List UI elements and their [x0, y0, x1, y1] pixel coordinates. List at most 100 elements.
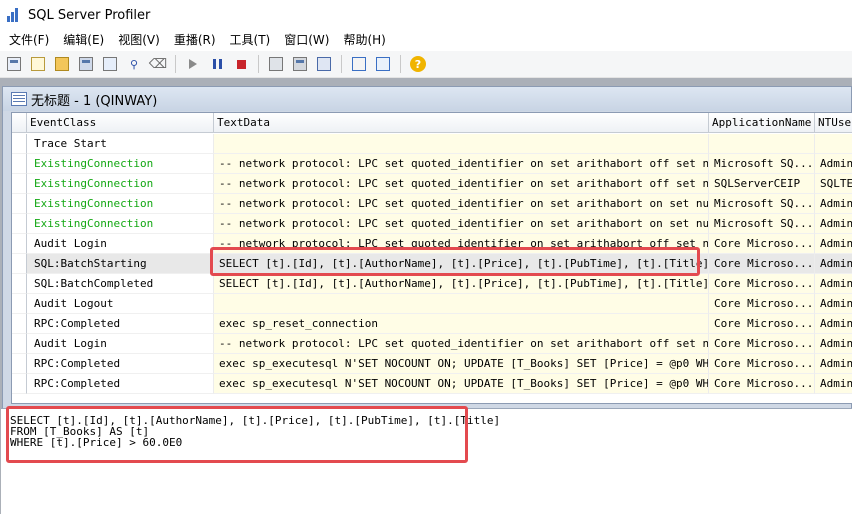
cell-textdata [214, 294, 709, 314]
cell-eventclass: RPC:Completed [27, 374, 214, 394]
open-icon[interactable] [52, 54, 72, 74]
menu-help[interactable]: 帮助(H) [336, 30, 392, 51]
highlight-selected-textdata [210, 247, 700, 276]
cell-textdata: SELECT [t].[Id], [t].[AuthorName], [t].[… [214, 274, 709, 294]
cell-applicationname: Microsoft SQ... [709, 194, 815, 214]
menu-tools[interactable]: 工具(T) [223, 30, 278, 51]
cell-eventclass: ExistingConnection [27, 194, 214, 214]
row-header-cell [12, 254, 27, 274]
column-header-ntuser[interactable]: NTUser [815, 113, 852, 133]
cell-eventclass: RPC:Completed [27, 354, 214, 374]
cell-textdata [214, 134, 709, 154]
properties-icon[interactable] [4, 54, 24, 74]
highlight-detail-sql [6, 406, 468, 463]
row-header-cell [12, 154, 27, 174]
window-title: SQL Server Profiler [28, 7, 151, 23]
toolbar-separator [400, 55, 401, 73]
trace-grid[interactable]: EventClass TextData ApplicationName NTUs… [11, 112, 852, 404]
chart-icon[interactable] [373, 54, 393, 74]
toolbar-separator [258, 55, 259, 73]
help-icon[interactable]: ? [408, 54, 428, 74]
cell-applicationname: SQLServerCEIP [709, 174, 815, 194]
cell-ntuser: Admin [815, 154, 852, 174]
table-row[interactable]: Audit Login -- network protocol: LPC set … [12, 334, 852, 354]
trace-window-title-bar: 无标题 - 1 (QINWAY) [3, 87, 851, 111]
menu-file[interactable]: 文件(F) [2, 30, 56, 51]
template-icon[interactable] [100, 54, 120, 74]
table-row[interactable]: ExistingConnection -- network protocol: L… [12, 214, 852, 234]
perfmon-icon[interactable] [349, 54, 369, 74]
cell-textdata: exec sp_executesql N'SET NOCOUNT ON; UPD… [214, 354, 709, 374]
cell-eventclass: ExistingConnection [27, 214, 214, 234]
cell-textdata: exec sp_executesql N'SET NOCOUNT ON; UPD… [214, 374, 709, 394]
cell-ntuser: Admin [815, 334, 852, 354]
stop-icon[interactable] [231, 54, 251, 74]
cell-textdata: -- network protocol: LPC set quoted_iden… [214, 194, 709, 214]
column-header-textdata[interactable]: TextData [214, 113, 709, 133]
cell-applicationname [709, 134, 815, 154]
columns-icon[interactable] [290, 54, 310, 74]
menu-edit[interactable]: 编辑(E) [56, 30, 111, 51]
save-icon[interactable] [76, 54, 96, 74]
row-header-cell [12, 194, 27, 214]
cell-applicationname: Core Microso... [709, 254, 815, 274]
cell-textdata: -- network protocol: LPC set quoted_iden… [214, 334, 709, 354]
table-row[interactable]: Trace Start [12, 134, 852, 154]
table-row[interactable]: Audit Logout Core Microso... Admin [12, 294, 852, 314]
scroll-icon[interactable] [314, 54, 334, 74]
detail-pane[interactable]: SELECT [t].[Id], [t].[AuthorName], [t].[… [1, 406, 852, 514]
cell-applicationname: Core Microso... [709, 234, 815, 254]
find-icon[interactable]: ⚲ [124, 54, 144, 74]
row-header-cell [12, 374, 27, 394]
cell-ntuser: Admin [815, 214, 852, 234]
cell-eventclass: Trace Start [27, 134, 214, 154]
cell-ntuser: Admin [815, 254, 852, 274]
cell-textdata: -- network protocol: LPC set quoted_iden… [214, 174, 709, 194]
cell-ntuser [815, 134, 852, 154]
table-row[interactable]: ExistingConnection -- network protocol: L… [12, 154, 852, 174]
cell-applicationname: Core Microso... [709, 374, 815, 394]
table-row[interactable]: RPC:Completed exec sp_executesql N'SET NO… [12, 354, 852, 374]
profiler-app-icon [6, 7, 22, 23]
table-row[interactable]: RPC:Completed exec sp_executesql N'SET NO… [12, 374, 852, 394]
copy-icon[interactable] [266, 54, 286, 74]
trace-window-title: 无标题 - 1 (QINWAY) [31, 93, 158, 109]
row-header-cell [12, 294, 27, 314]
cell-eventclass: Audit Logout [27, 294, 214, 314]
cell-applicationname: Microsoft SQ... [709, 214, 815, 234]
row-header-cell [12, 354, 27, 374]
row-header-cell [12, 214, 27, 234]
cell-ntuser: Admin [815, 274, 852, 294]
cell-ntuser: Admin [815, 314, 852, 334]
toolbar: ⚲ ⌫ ? [0, 51, 852, 78]
menu-window[interactable]: 窗口(W) [277, 30, 336, 51]
cell-applicationname: Core Microso... [709, 354, 815, 374]
cell-applicationname: Core Microso... [709, 314, 815, 334]
column-header-applicationname[interactable]: ApplicationName [709, 113, 815, 133]
cell-eventclass: SQL:BatchCompleted [27, 274, 214, 294]
cell-ntuser: Admin [815, 194, 852, 214]
table-row[interactable]: RPC:Completed exec sp_reset_connection Cor… [12, 314, 852, 334]
clear-icon[interactable]: ⌫ [148, 54, 168, 74]
cell-eventclass: SQL:BatchStarting [27, 254, 214, 274]
row-header-cell [12, 274, 27, 294]
start-icon[interactable] [183, 54, 203, 74]
menu-replay[interactable]: 重播(R) [167, 30, 223, 51]
row-header-cell [12, 174, 27, 194]
cell-applicationname: Microsoft SQ... [709, 154, 815, 174]
table-row[interactable]: ExistingConnection -- network protocol: L… [12, 174, 852, 194]
trace-document-icon [11, 92, 27, 106]
column-header-eventclass[interactable]: EventClass [27, 113, 214, 133]
cell-applicationname: Core Microso... [709, 274, 815, 294]
cell-textdata: -- network protocol: LPC set quoted_iden… [214, 214, 709, 234]
menu-view[interactable]: 视图(V) [111, 30, 167, 51]
table-row[interactable]: SQL:BatchCompleted SELECT [t].[Id], [t].[… [12, 274, 852, 294]
row-header-cell [12, 334, 27, 354]
cell-ntuser: SQLTEL [815, 174, 852, 194]
title-bar: SQL Server Profiler [0, 0, 852, 30]
table-row[interactable]: ExistingConnection -- network protocol: L… [12, 194, 852, 214]
cell-applicationname: Core Microso... [709, 334, 815, 354]
cell-ntuser: Admin [815, 374, 852, 394]
pause-icon[interactable] [207, 54, 227, 74]
new-trace-icon[interactable] [28, 54, 48, 74]
